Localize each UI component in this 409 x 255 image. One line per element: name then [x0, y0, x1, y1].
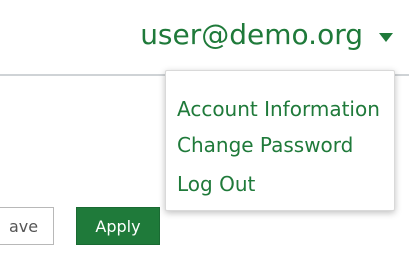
- apply-button[interactable]: Apply: [76, 207, 160, 245]
- user-menu-trigger[interactable]: user@demo.org: [140, 21, 363, 49]
- top-header: user@demo.org: [0, 0, 409, 74]
- caret-down-icon[interactable]: [379, 33, 393, 42]
- page: user@demo.org Account Information Change…: [0, 0, 409, 255]
- menu-item-log-out[interactable]: Log Out: [177, 174, 255, 194]
- save-button[interactable]: ave: [0, 207, 54, 245]
- user-dropdown-menu: Account Information Change Password Log …: [165, 70, 395, 211]
- menu-item-change-password[interactable]: Change Password: [177, 135, 353, 155]
- menu-item-account-information[interactable]: Account Information: [177, 99, 380, 119]
